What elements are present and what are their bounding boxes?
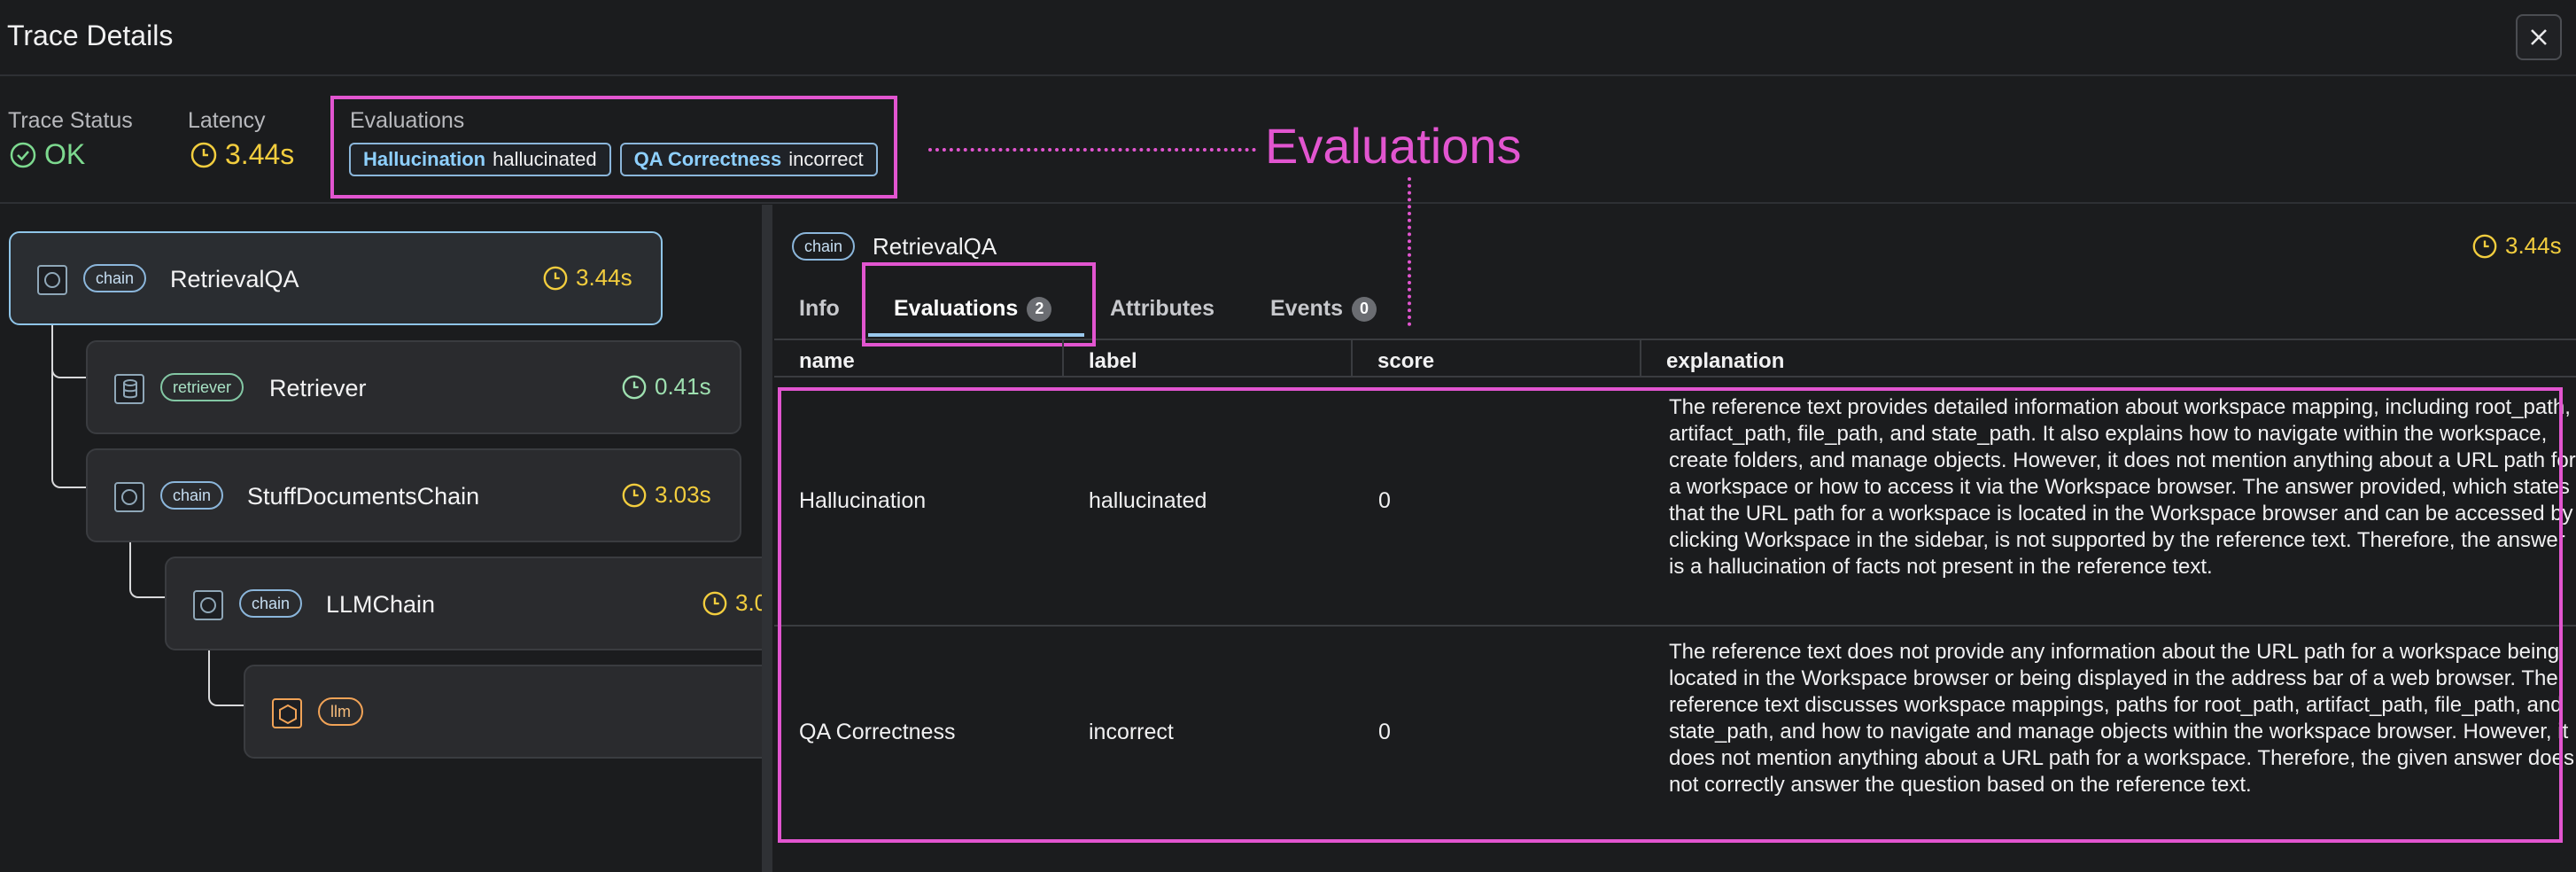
clock-icon [622,375,647,399]
tree-node-stuffdocumentschain[interactable]: chain StuffDocumentsChain 3.03s [86,448,741,542]
page-title: Trace Details [7,19,174,51]
clock-icon [622,483,647,507]
annotation-label: Evaluations [1265,118,1522,174]
latency-value: 3.44s [190,138,294,171]
column-header-name[interactable]: name [774,340,1064,378]
span-latency: 0.41s [621,373,711,401]
span-latency: 3.44s [542,264,632,292]
clock-icon [2472,234,2497,258]
tab-count-badge: 0 [1351,296,1377,322]
chain-icon [193,590,223,620]
trace-status-label: Trace Status [8,108,133,133]
close-button[interactable] [2516,14,2562,60]
panel-resize-handle[interactable] [762,205,772,872]
span-kind-tag: retriever [160,373,244,401]
span-kind-tag: chain [792,232,856,261]
database-icon [114,374,144,404]
span-name: Retriever [269,375,367,401]
latency-text: 3.03s [655,481,711,508]
span-kind-tag: chain [239,589,303,618]
latency-text: 3.44s [576,264,632,291]
llm-hexagon-icon [272,698,302,728]
latency-text: 0.41s [655,373,711,400]
column-header-explanation[interactable]: explanation [1641,340,2576,378]
latency-label: Latency [188,108,266,133]
tree-node-llmchain[interactable]: chain LLMChain 3.0 [165,557,762,650]
column-header-label[interactable]: label [1064,340,1353,378]
tab-label: Attributes [1110,296,1215,321]
tab-label: Info [799,296,840,321]
tab-info[interactable]: Info [799,296,840,322]
clock-icon [190,142,217,167]
span-tree: chain RetrievalQA 3.44s retriever Retrie… [0,205,762,872]
tree-node-retriever[interactable]: retriever Retriever 0.41s [86,340,741,434]
annotation-dotted-line [928,148,1256,152]
span-header-latency: 3.44s [2471,232,2562,260]
latency-text: 3.44s [2505,232,2562,259]
title-bar: Trace Details [0,0,2576,76]
latency-text: 3.0 [735,589,762,616]
span-latency: 3.03s [621,481,711,509]
clock-icon [702,591,727,615]
span-title: RetrievalQA [873,232,997,260]
span-name: StuffDocumentsChain [247,483,480,510]
tab-attributes[interactable]: Attributes [1110,296,1214,322]
trace-status-text: OK [44,138,86,170]
clock-icon [543,266,568,290]
trace-status-value: OK [9,138,85,171]
tree-node-llm[interactable]: llm [244,665,762,759]
evaluations-tab-highlight [862,262,1096,346]
tab-events[interactable]: Events 0 [1270,296,1377,322]
span-name: RetrievalQA [170,266,299,292]
chain-icon [37,265,67,295]
tree-node-retrievalqa[interactable]: chain RetrievalQA 3.44s [9,231,663,325]
span-latency: 3.0 [702,589,762,617]
span-name: LLMChain [326,591,436,618]
span-header: chain RetrievalQA [792,229,997,264]
evaluation-rows-highlight [778,387,2563,843]
close-icon [2531,29,2547,45]
span-kind-tag: chain [83,264,147,292]
chain-icon [114,482,144,512]
latency-text: 3.44s [225,138,295,170]
tab-label: Events [1270,296,1343,321]
span-kind-tag: llm [318,697,363,726]
check-circle-icon [10,142,36,167]
evaluations-highlight [330,96,897,199]
column-header-score[interactable]: score [1353,340,1641,378]
span-kind-tag: chain [160,481,224,510]
